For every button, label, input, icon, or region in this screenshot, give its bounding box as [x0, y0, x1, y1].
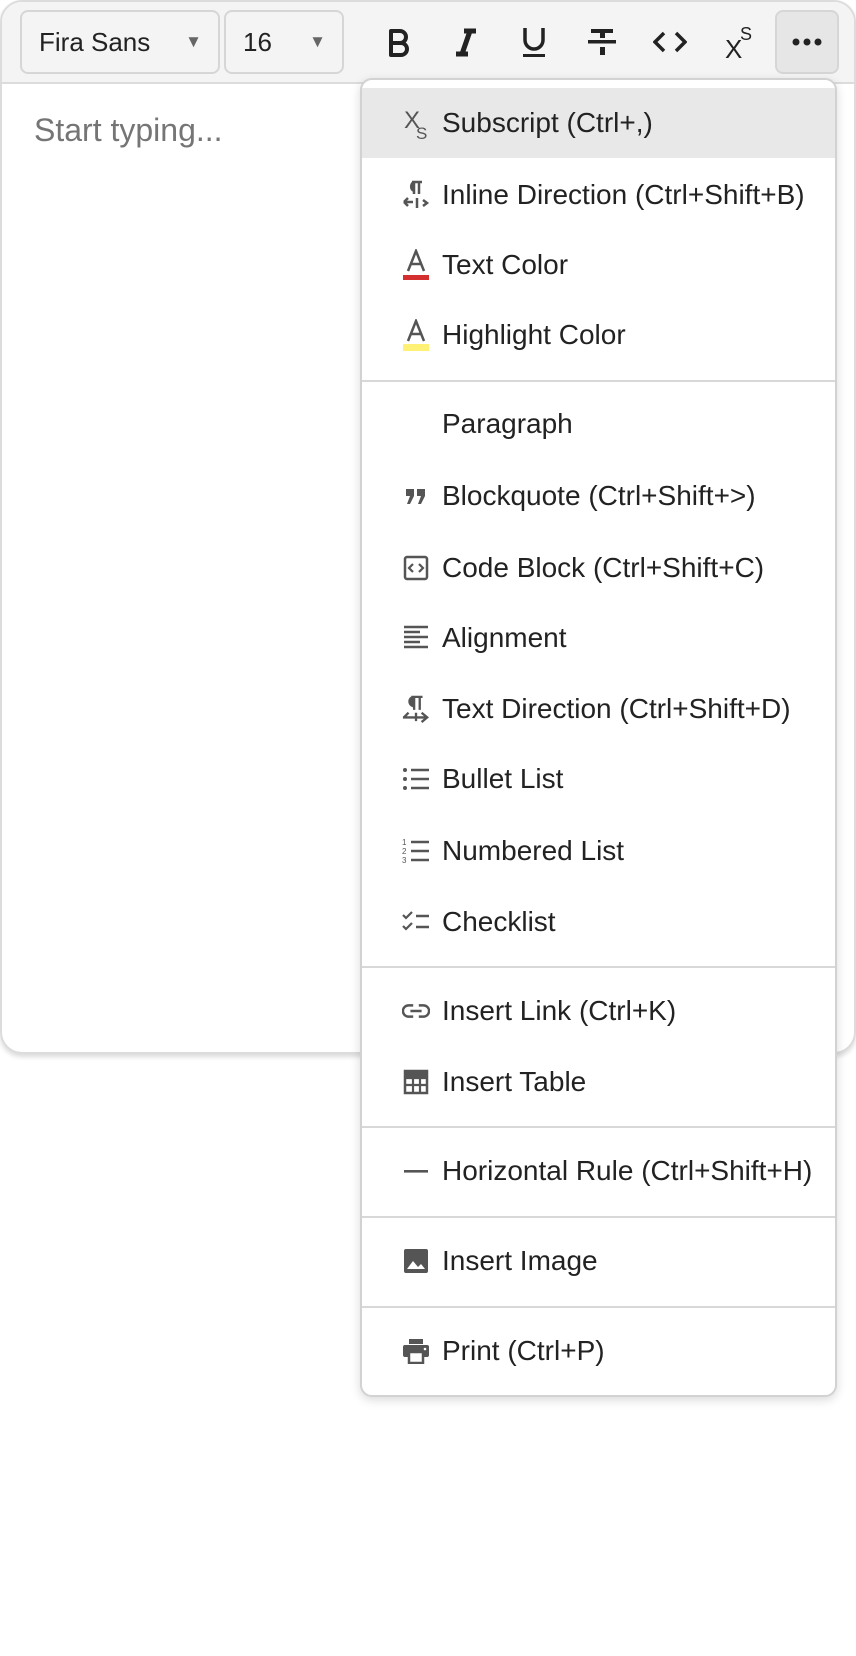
- bold-icon: [389, 29, 409, 57]
- menu-item-insert-image[interactable]: Insert Image: [362, 1226, 835, 1296]
- svg-text:2: 2: [402, 847, 407, 856]
- underline-icon: [523, 28, 545, 57]
- checklist-icon: [402, 906, 430, 938]
- text-color-icon: [402, 249, 430, 281]
- code-button[interactable]: [638, 10, 702, 74]
- menu-item-label: Insert Link (Ctrl+K): [442, 995, 677, 1026]
- menu-item-label: Blockquote (Ctrl+Shift+>): [442, 480, 756, 511]
- menu-item-alignment[interactable]: Alignment: [362, 603, 835, 673]
- horizontal-rule-icon: [402, 1155, 430, 1187]
- svg-text:3: 3: [402, 856, 407, 865]
- menu-divider: [362, 1216, 835, 1218]
- menu-item-label: Horizontal Rule (Ctrl+Shift+H): [442, 1155, 813, 1186]
- strikethrough-icon: [588, 29, 616, 55]
- italic-button[interactable]: [434, 10, 498, 74]
- menu-item-insert-table[interactable]: Insert Table: [362, 1047, 835, 1117]
- superscript-button[interactable]: X S: [707, 10, 771, 74]
- menu-item-highlight-color[interactable]: Highlight Color: [362, 300, 835, 370]
- subscript-icon: X S: [402, 107, 430, 140]
- font-family-select[interactable]: Fira Sans ▼: [20, 10, 220, 74]
- menu-item-label: Paragraph: [442, 408, 573, 439]
- toolbar: Fira Sans ▼ 16 ▼ X S: [2, 2, 854, 84]
- font-size-value: 16: [243, 27, 272, 57]
- menu-item-checklist[interactable]: Checklist: [362, 887, 835, 957]
- highlight-color-icon: [402, 319, 430, 351]
- align-left-icon: [402, 622, 430, 654]
- menu-item-label: Text Color: [442, 249, 569, 280]
- underline-button[interactable]: [502, 10, 566, 74]
- menu-item-inline-direction[interactable]: Inline Direction (Ctrl+Shift+B): [362, 160, 835, 230]
- menu-item-label: Numbered List: [442, 835, 625, 866]
- editor-placeholder: Start typing...: [34, 112, 223, 148]
- more-button[interactable]: [775, 10, 839, 74]
- text-direction-icon: [402, 693, 430, 725]
- menu-item-label: Subscript (Ctrl+,): [442, 107, 653, 138]
- menu-item-subscript[interactable]: X S Subscript (Ctrl+,): [362, 88, 835, 158]
- table-icon: [402, 1066, 430, 1098]
- svg-text:S: S: [740, 24, 752, 44]
- menu-item-label: Inline Direction (Ctrl+Shift+B): [442, 179, 805, 210]
- more-icon: [792, 38, 822, 46]
- menu-item-label: Checklist: [442, 906, 556, 937]
- bold-button[interactable]: [367, 10, 431, 74]
- menu-item-paragraph[interactable]: Paragraph: [362, 389, 835, 459]
- menu-item-blockquote[interactable]: Blockquote (Ctrl+Shift+>): [362, 461, 835, 531]
- menu-item-label: Print (Ctrl+P): [442, 1335, 605, 1366]
- menu-divider: [362, 1306, 835, 1308]
- image-icon: [402, 1245, 430, 1277]
- menu-item-label: Text Direction (Ctrl+Shift+D): [442, 693, 791, 724]
- menu-divider: [362, 1126, 835, 1128]
- menu-item-code-block[interactable]: Code Block (Ctrl+Shift+C): [362, 533, 835, 603]
- menu-divider: [362, 380, 835, 382]
- menu-item-bullet-list[interactable]: Bullet List: [362, 744, 835, 814]
- menu-item-label: Highlight Color: [442, 319, 626, 350]
- font-family-value: Fira Sans: [39, 27, 151, 57]
- menu-item-label: Alignment: [442, 622, 567, 653]
- svg-text:1: 1: [402, 838, 407, 847]
- chevron-down-icon: ▼: [185, 32, 202, 51]
- menu-item-print[interactable]: Print (Ctrl+P): [362, 1316, 835, 1386]
- menu-item-text-color[interactable]: Text Color: [362, 230, 835, 300]
- superscript-icon: X S: [725, 24, 752, 60]
- code-block-icon: [402, 552, 430, 584]
- link-icon: [402, 995, 430, 1027]
- menu-item-label: Insert Table: [442, 1066, 587, 1097]
- menu-item-label: Code Block (Ctrl+Shift+C): [442, 552, 765, 583]
- inline-direction-icon: [402, 179, 430, 211]
- bullet-list-icon: [402, 763, 430, 795]
- strikethrough-button[interactable]: [570, 10, 634, 74]
- numbered-list-icon: 1 2 3: [402, 835, 430, 867]
- menu-item-label: Bullet List: [442, 763, 564, 794]
- print-icon: [402, 1335, 430, 1367]
- code-icon: [653, 31, 687, 53]
- more-options-menu: X S Subscript (Ctrl+,) Inline Direction …: [360, 78, 837, 1397]
- blockquote-icon: [402, 480, 430, 512]
- editor-content[interactable]: Start typing...: [34, 112, 334, 149]
- chevron-down-icon: ▼: [309, 32, 326, 51]
- menu-divider: [362, 966, 835, 968]
- italic-icon: [456, 28, 476, 57]
- font-size-select[interactable]: 16 ▼: [224, 10, 344, 74]
- menu-item-text-direction[interactable]: Text Direction (Ctrl+Shift+D): [362, 674, 835, 744]
- menu-item-label: Insert Image: [442, 1245, 598, 1276]
- menu-item-insert-link[interactable]: Insert Link (Ctrl+K): [362, 976, 835, 1046]
- svg-text:S: S: [416, 124, 427, 140]
- menu-item-horizontal-rule[interactable]: Horizontal Rule (Ctrl+Shift+H): [362, 1136, 835, 1206]
- menu-item-numbered-list[interactable]: 1 2 3 Numbered List: [362, 816, 835, 886]
